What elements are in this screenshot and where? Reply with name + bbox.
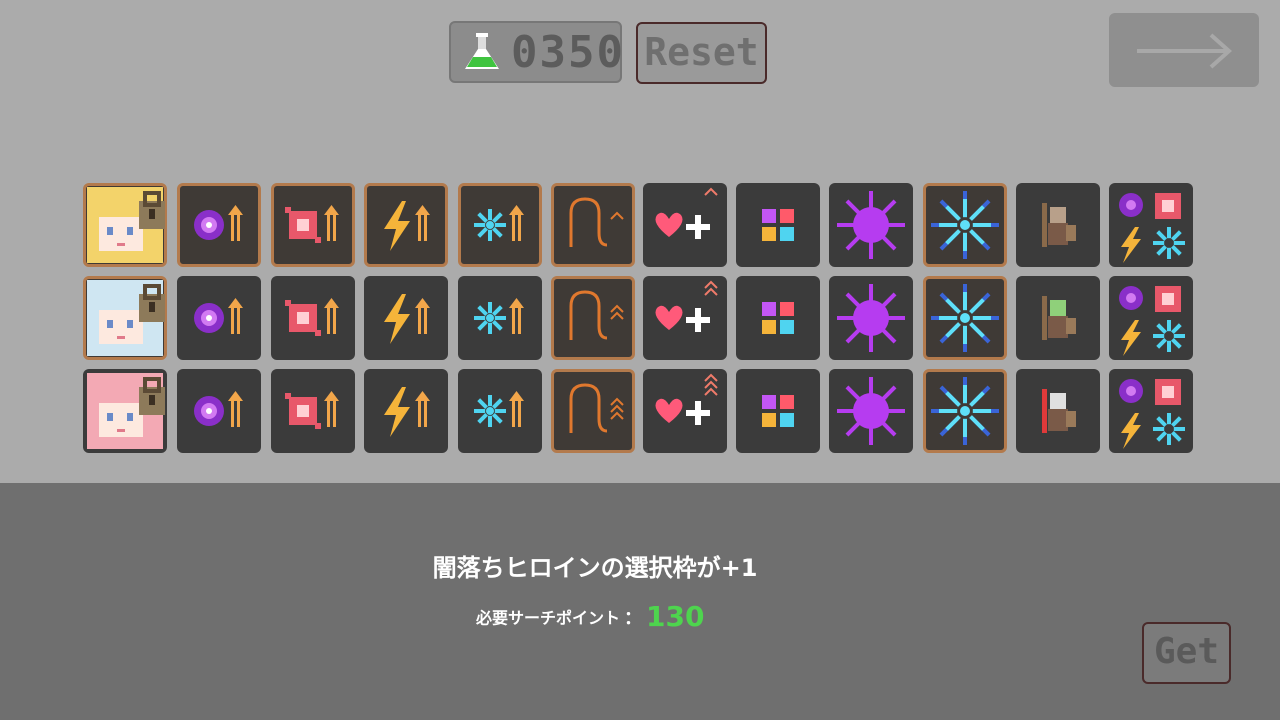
upgrade-tile-lightning-power-up[interactable] — [364, 276, 448, 360]
lightning-power-up-icon — [384, 294, 430, 344]
enemy-unit-icon — [1042, 296, 1076, 340]
upgrade-tile-whip-level-up[interactable] — [551, 369, 635, 453]
upgrade-tile-ice-crystal-power-up[interactable] — [458, 183, 542, 267]
upgrade-tile-enemy-unit[interactable] — [1016, 276, 1100, 360]
lightning-power-up-icon — [384, 201, 430, 251]
next-button[interactable] — [1109, 13, 1259, 87]
upgrade-tile-lightning-power-up[interactable] — [364, 183, 448, 267]
upgrade-tile-red-gem-power-up[interactable] — [271, 276, 355, 360]
purple-sun-icon — [837, 377, 905, 445]
upgrade-tile-purple-sun[interactable] — [829, 276, 913, 360]
heal-boost-icon — [655, 187, 718, 239]
blue-snowflake-icon — [931, 191, 999, 259]
cost-colon: ： — [624, 607, 643, 629]
silver-hair-heroine-icon — [87, 280, 165, 356]
upgrade-tile-ice-crystal-power-up[interactable] — [458, 369, 542, 453]
cost-label: 必要サーチポイント — [476, 608, 621, 628]
blue-snowflake-icon — [931, 284, 999, 352]
upgrade-tile-all-elements-bundle[interactable] — [1109, 276, 1193, 360]
upgrade-tile-whip-level-up[interactable] — [551, 276, 635, 360]
upgrade-tile-all-elements-bundle[interactable] — [1109, 369, 1193, 453]
dark-orb-power-up-icon — [194, 205, 243, 241]
upgrade-tile-all-elements-bundle[interactable] — [1109, 183, 1193, 267]
upgrade-tile-purple-sun[interactable] — [829, 369, 913, 453]
purple-sun-icon — [837, 191, 905, 259]
whip-level-up-icon — [569, 290, 624, 340]
research-points-value: 0350 — [511, 27, 625, 78]
all-elements-bundle-icon — [1119, 193, 1185, 263]
upgrade-tile-red-gem-power-up[interactable] — [271, 369, 355, 453]
red-gem-power-up-icon — [285, 391, 339, 429]
upgrade-tile-enemy-unit[interactable] — [1016, 183, 1100, 267]
upgrade-tile-whip-level-up[interactable] — [551, 183, 635, 267]
heal-boost-icon — [655, 280, 718, 332]
upgrade-tile-blue-snowflake[interactable] — [923, 369, 1007, 453]
upgrade-tile-heal-boost[interactable] — [643, 276, 727, 360]
research-points-counter: 0350 — [449, 21, 625, 83]
heroine-portrait-silver-hair-heroine[interactable] — [83, 276, 167, 360]
detail-panel: 闇落ちヒロインの選択枠が+1 必要サーチポイント： 130 Get — [0, 483, 1280, 720]
upgrade-tile-lightning-power-up[interactable] — [364, 369, 448, 453]
dark-orb-power-up-icon — [194, 298, 243, 334]
upgrade-tile-red-gem-power-up[interactable] — [271, 183, 355, 267]
pink-hair-heroine-icon — [87, 373, 165, 449]
upgrade-tile-ice-crystal-power-up[interactable] — [458, 276, 542, 360]
ice-crystal-power-up-icon — [474, 391, 524, 427]
whip-level-up-icon — [569, 383, 624, 433]
upgrade-tile-heal-boost[interactable] — [643, 183, 727, 267]
cost-row: 必要サーチポイント： 130 — [476, 600, 704, 633]
colored-tiles-icon — [762, 395, 794, 427]
blue-snowflake-icon — [931, 377, 999, 445]
reset-button[interactable]: Reset — [636, 22, 767, 84]
lightning-power-up-icon — [384, 387, 430, 437]
enemy-unit-icon — [1042, 389, 1076, 433]
upgrade-tile-dark-orb-power-up[interactable] — [177, 183, 261, 267]
dark-orb-power-up-icon — [194, 391, 243, 427]
arrow-right-icon — [1137, 33, 1233, 69]
all-elements-bundle-icon — [1119, 379, 1185, 449]
ice-crystal-power-up-icon — [474, 298, 524, 334]
colored-tiles-icon — [762, 209, 794, 241]
get-button[interactable]: Get — [1142, 622, 1231, 684]
upgrade-tile-blue-snowflake[interactable] — [923, 276, 1007, 360]
upgrade-tile-colored-tiles[interactable] — [736, 276, 820, 360]
colored-tiles-icon — [762, 302, 794, 334]
heal-boost-icon — [655, 373, 718, 425]
upgrade-tile-dark-orb-power-up[interactable] — [177, 276, 261, 360]
upgrade-tile-purple-sun[interactable] — [829, 183, 913, 267]
upgrade-tile-blue-snowflake[interactable] — [923, 183, 1007, 267]
blonde-heroine-icon — [87, 187, 165, 263]
whip-level-up-icon — [569, 197, 624, 247]
upgrade-tile-dark-orb-power-up[interactable] — [177, 369, 261, 453]
enemy-unit-icon — [1042, 203, 1076, 247]
red-gem-power-up-icon — [285, 205, 339, 243]
upgrade-tile-heal-boost[interactable] — [643, 369, 727, 453]
upgrade-tile-colored-tiles[interactable] — [736, 183, 820, 267]
heroine-portrait-blonde-heroine[interactable] — [83, 183, 167, 267]
cost-value: 130 — [646, 600, 705, 633]
heroine-portrait-pink-hair-heroine[interactable] — [83, 369, 167, 453]
red-gem-power-up-icon — [285, 298, 339, 336]
ice-crystal-power-up-icon — [474, 205, 524, 241]
upgrade-tile-colored-tiles[interactable] — [736, 369, 820, 453]
all-elements-bundle-icon — [1119, 286, 1185, 356]
upgrade-description: 闇落ちヒロインの選択枠が+1 — [432, 554, 758, 582]
upgrade-tile-enemy-unit[interactable] — [1016, 369, 1100, 453]
purple-sun-icon — [837, 284, 905, 352]
flask-icon — [465, 33, 499, 69]
